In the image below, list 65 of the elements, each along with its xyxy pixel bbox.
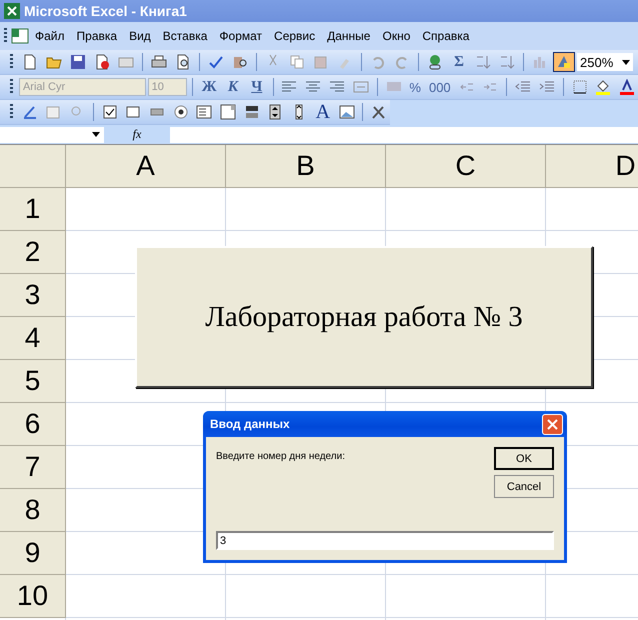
menu-item[interactable]: Справка: [416, 27, 476, 45]
column-header[interactable]: A: [66, 145, 226, 188]
function-label[interactable]: fx: [104, 127, 170, 142]
formula-field[interactable]: [170, 126, 638, 142]
close-button[interactable]: [542, 414, 563, 434]
row-header[interactable]: 8: [0, 489, 66, 532]
input-field[interactable]: 3: [216, 531, 554, 550]
sort-ascending-icon[interactable]: [475, 54, 491, 70]
zoom-field[interactable]: 250%: [577, 53, 633, 71]
dialog-button[interactable]: Cancel: [494, 475, 554, 498]
thousands-button[interactable]: 000: [426, 77, 454, 97]
print-preview-icon[interactable]: [175, 54, 191, 70]
row-header[interactable]: 4: [0, 317, 66, 360]
dropdown-arrow-icon[interactable]: [622, 60, 630, 64]
spin-button-icon[interactable]: [267, 104, 284, 120]
dropdown-arrow-icon[interactable]: [92, 132, 100, 137]
column-header[interactable]: C: [386, 145, 546, 188]
close-icon: [547, 418, 558, 430]
row-header[interactable]: 7: [0, 446, 66, 489]
dialog-prompt: Введите номер дня недели:: [216, 451, 345, 464]
print-icon[interactable]: [151, 54, 167, 70]
sheet-button[interactable]: Лабораторная работа № 3: [135, 246, 593, 388]
menu-item[interactable]: Сервис: [268, 27, 322, 45]
dialog-title: Ввод данных: [210, 417, 290, 431]
spreadsheet-app-icon: [4, 3, 20, 19]
menu-item[interactable]: Окно: [376, 27, 416, 45]
fill-color-icon[interactable]: [595, 79, 612, 95]
radio-button-icon[interactable]: [172, 104, 189, 120]
row-header[interactable]: 10: [0, 575, 66, 618]
row-header[interactable]: 5: [0, 360, 66, 403]
combo-box-icon[interactable]: [220, 104, 236, 120]
toggle-button-icon[interactable]: [244, 104, 260, 120]
italic-button[interactable]: К: [222, 77, 244, 97]
menu-item[interactable]: Правка: [70, 27, 124, 45]
dialog-button[interactable]: OK: [494, 447, 554, 470]
spelling-icon[interactable]: [208, 54, 224, 70]
text-box-icon[interactable]: [125, 104, 142, 120]
permission-icon[interactable]: [94, 54, 110, 70]
new-document-icon[interactable]: [22, 54, 38, 70]
menu-item[interactable]: Вставка: [156, 27, 214, 45]
menu-item[interactable]: Формат: [213, 27, 268, 45]
sort-descending-icon[interactable]: [499, 54, 515, 70]
row-header[interactable]: 2: [0, 231, 66, 274]
row-header[interactable]: 1: [0, 188, 66, 231]
font-color-icon[interactable]: [619, 79, 636, 95]
menu-item[interactable]: Вид: [123, 27, 157, 45]
row-header[interactable]: 3: [0, 274, 66, 317]
workbook-icon[interactable]: [11, 28, 29, 44]
autosum-button[interactable]: Σ: [448, 52, 470, 72]
image-icon[interactable]: [338, 104, 354, 120]
design-mode-icon[interactable]: [22, 104, 38, 120]
bold-button[interactable]: Ж: [198, 77, 220, 97]
row-header[interactable]: 9: [0, 532, 66, 575]
list-box-icon[interactable]: [196, 104, 212, 120]
label-button[interactable]: A: [312, 102, 334, 122]
menu-item[interactable]: Данные: [321, 27, 376, 45]
window-title: Microsoft Excel - Книга1: [24, 3, 187, 19]
row-header[interactable]: 6: [0, 403, 66, 446]
column-header[interactable]: B: [226, 145, 386, 188]
percent-button[interactable]: %: [406, 77, 424, 97]
underline-button[interactable]: Ч: [246, 77, 268, 97]
borders-icon[interactable]: [572, 79, 588, 95]
checkbox-icon[interactable]: [102, 104, 118, 120]
column-header[interactable]: D: [546, 145, 638, 188]
menu-item[interactable]: Файл: [29, 27, 71, 45]
